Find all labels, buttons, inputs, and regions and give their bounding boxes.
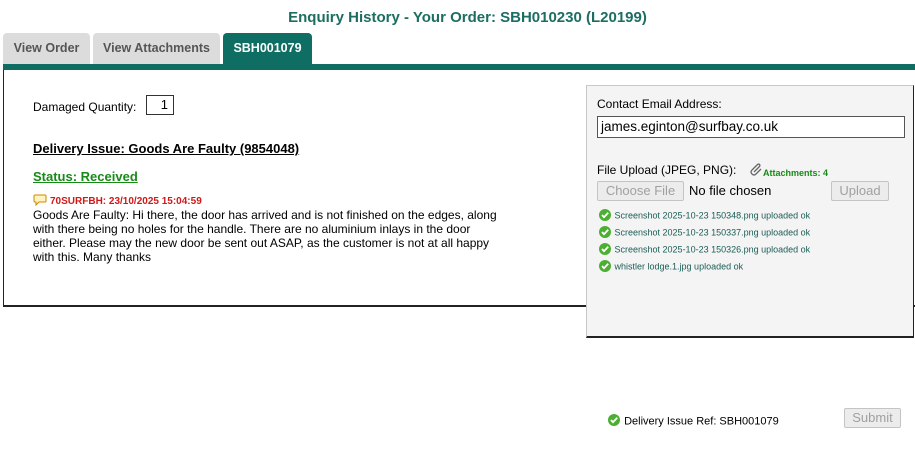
speech-bubble-icon [33, 194, 47, 209]
check-circle-icon [607, 413, 621, 430]
paperclip-icon [750, 163, 763, 181]
tab-view-order[interactable]: View Order [3, 33, 90, 64]
damaged-quantity-label: Damaged Quantity: [33, 100, 137, 114]
comment-author-date: 70SURFBH: 23/10/2025 15:04:59 [50, 196, 202, 207]
issue-title: Delivery Issue: Goods Are Faulty (985404… [33, 141, 300, 156]
uploaded-file-text: Screenshot 2025-10-23 150337.png uploade… [614, 227, 811, 238]
uploaded-file-item: Screenshot 2025-10-23 150348.png uploade… [598, 208, 810, 224]
submit-button[interactable]: Submit [844, 408, 901, 428]
check-circle-icon [598, 208, 612, 224]
page-title: Enquiry History - Your Order: SBH010230 … [288, 9, 647, 26]
tab-view-attachments[interactable]: View Attachments [93, 33, 220, 64]
uploaded-file-text: Screenshot 2025-10-23 150348.png uploade… [614, 210, 811, 221]
file-upload-label: File Upload (JPEG, PNG): [597, 163, 737, 177]
attachments-count[interactable]: Attachments: 4 [763, 168, 828, 178]
check-circle-icon [598, 242, 612, 258]
check-circle-icon [598, 225, 612, 241]
tab-sbh001079[interactable]: SBH001079 [223, 33, 312, 64]
status-label: Status: Received [33, 169, 138, 184]
uploaded-file-item: Screenshot 2025-10-23 150337.png uploade… [598, 225, 810, 241]
attachments-link[interactable]: Attachments: 4 [750, 163, 828, 181]
check-circle-icon [598, 259, 612, 275]
no-file-chosen-text: No file chosen [689, 183, 772, 198]
uploaded-file-text: Screenshot 2025-10-23 150326.png uploade… [614, 244, 811, 255]
delivery-issue-ref: Delivery Issue Ref: SBH001079 [607, 413, 779, 430]
upload-button[interactable]: Upload [831, 181, 889, 201]
damaged-quantity-input[interactable]: 1 [146, 95, 174, 115]
comment-meta: 70SURFBH: 23/10/2025 15:04:59 [33, 194, 202, 209]
choose-file-button[interactable]: Choose File [597, 181, 684, 201]
uploaded-file-item: whistler lodge.1.jpg uploaded ok [598, 259, 743, 275]
uploaded-file-item: Screenshot 2025-10-23 150326.png uploade… [598, 242, 810, 258]
email-field[interactable]: james.eginton@surfbay.co.uk [597, 116, 905, 138]
uploaded-file-text: whistler lodge.1.jpg uploaded ok [614, 261, 744, 272]
comment-text: Goods Are Faulty: Hi there, the door has… [33, 208, 497, 264]
email-label: Contact Email Address: [597, 97, 722, 111]
delivery-issue-ref-text: Delivery Issue Ref: SBH001079 [624, 415, 779, 428]
